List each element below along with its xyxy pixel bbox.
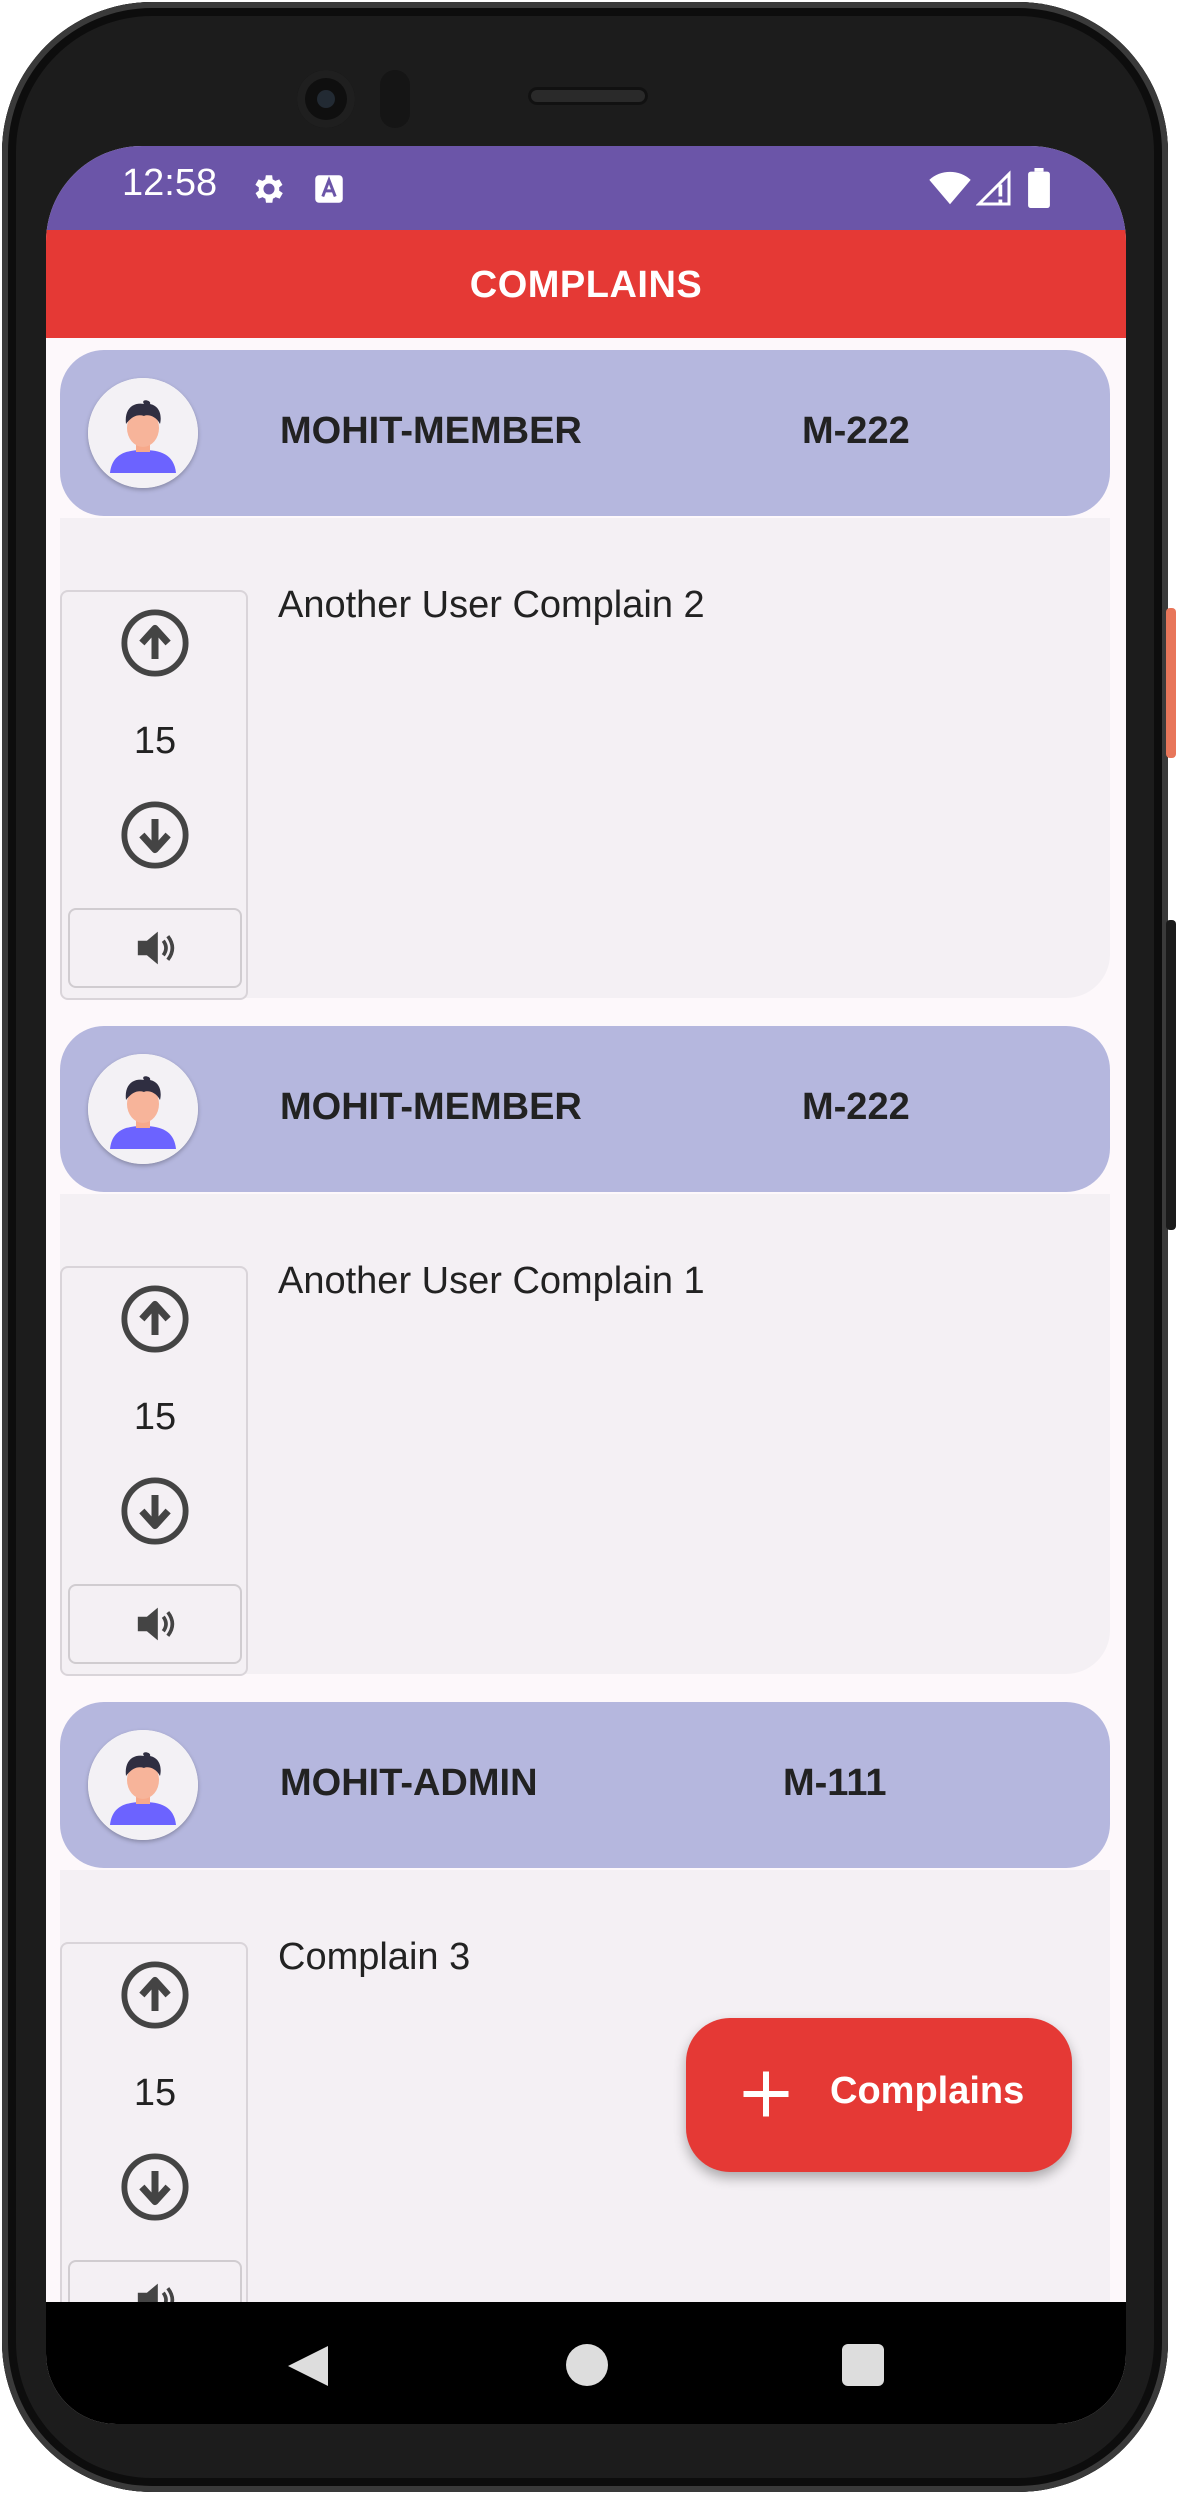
member-code: M-222 (802, 410, 910, 452)
complaint-text: Another User Complain 2 (278, 584, 705, 626)
card-header[interactable]: MOHIT-ADMIN M-111 (60, 1702, 1110, 1868)
vote-panel: 15 (60, 1266, 248, 1676)
member-code: M-222 (802, 1086, 910, 1128)
vote-panel: 15 (60, 590, 248, 1000)
vote-count: 15 (133, 2072, 177, 2114)
card-header[interactable]: MOHIT-MEMBER M-222 (60, 350, 1110, 516)
complaint-text: Another User Complain 1 (278, 1260, 705, 1302)
recents-icon[interactable] (842, 2344, 884, 2386)
battery-icon (1028, 168, 1050, 208)
wifi-icon (929, 171, 971, 205)
vote-count: 15 (133, 720, 177, 762)
power-button (1166, 608, 1176, 758)
proximity-sensor (380, 70, 410, 128)
upvote-icon[interactable] (120, 608, 190, 678)
earpiece-speaker (528, 87, 648, 105)
card-header[interactable]: MOHIT-MEMBER M-222 (60, 1026, 1110, 1192)
volume-rocker (1166, 920, 1176, 1230)
avatar (88, 1730, 198, 1840)
volume-icon (137, 1607, 175, 1641)
a-icon (315, 175, 343, 203)
downvote-icon[interactable] (120, 800, 190, 870)
speak-button[interactable] (68, 1584, 242, 1664)
app-bar: COMPLAINS (46, 230, 1126, 338)
username: MOHIT-MEMBER (280, 410, 582, 452)
vote-panel: 15 (60, 1942, 248, 2328)
member-code: M-111 (783, 1762, 887, 1804)
user-avatar-icon (88, 1730, 198, 1840)
avatar (88, 378, 198, 488)
page-title: COMPLAINS (469, 264, 703, 306)
downvote-icon[interactable] (120, 2152, 190, 2222)
vote-count: 15 (133, 1396, 177, 1438)
avatar (88, 1054, 198, 1164)
complaint-text: Complain 3 (278, 1936, 471, 1978)
downvote-icon[interactable] (120, 1476, 190, 1546)
plus-icon (743, 2071, 789, 2117)
username: MOHIT-MEMBER (280, 1086, 582, 1128)
card-body: 15 Another User Complain 2 (60, 518, 1110, 1000)
upvote-icon[interactable] (120, 1960, 190, 2030)
speak-button[interactable] (68, 908, 242, 988)
back-icon[interactable] (284, 2344, 332, 2388)
add-complain-button[interactable]: Complains (686, 2018, 1072, 2172)
screen: 12:58 COMPLAINS MOHIT-MEMBER M-222 15 An… (46, 146, 1126, 2424)
status-time: 12:58 (122, 162, 218, 204)
gear-icon (255, 175, 283, 203)
status-bar: 12:58 (46, 146, 1126, 230)
username: MOHIT-ADMIN (280, 1762, 538, 1804)
navigation-bar (46, 2302, 1126, 2424)
front-camera (297, 70, 355, 128)
card-body: 15 Another User Complain 1 (60, 1194, 1110, 1676)
volume-icon (137, 931, 175, 965)
home-icon[interactable] (566, 2344, 608, 2386)
user-avatar-icon (88, 378, 198, 488)
fab-label: Complains (830, 2070, 1025, 2112)
user-avatar-icon (88, 1054, 198, 1164)
upvote-icon[interactable] (120, 1284, 190, 1354)
signal-icon (976, 170, 1011, 206)
